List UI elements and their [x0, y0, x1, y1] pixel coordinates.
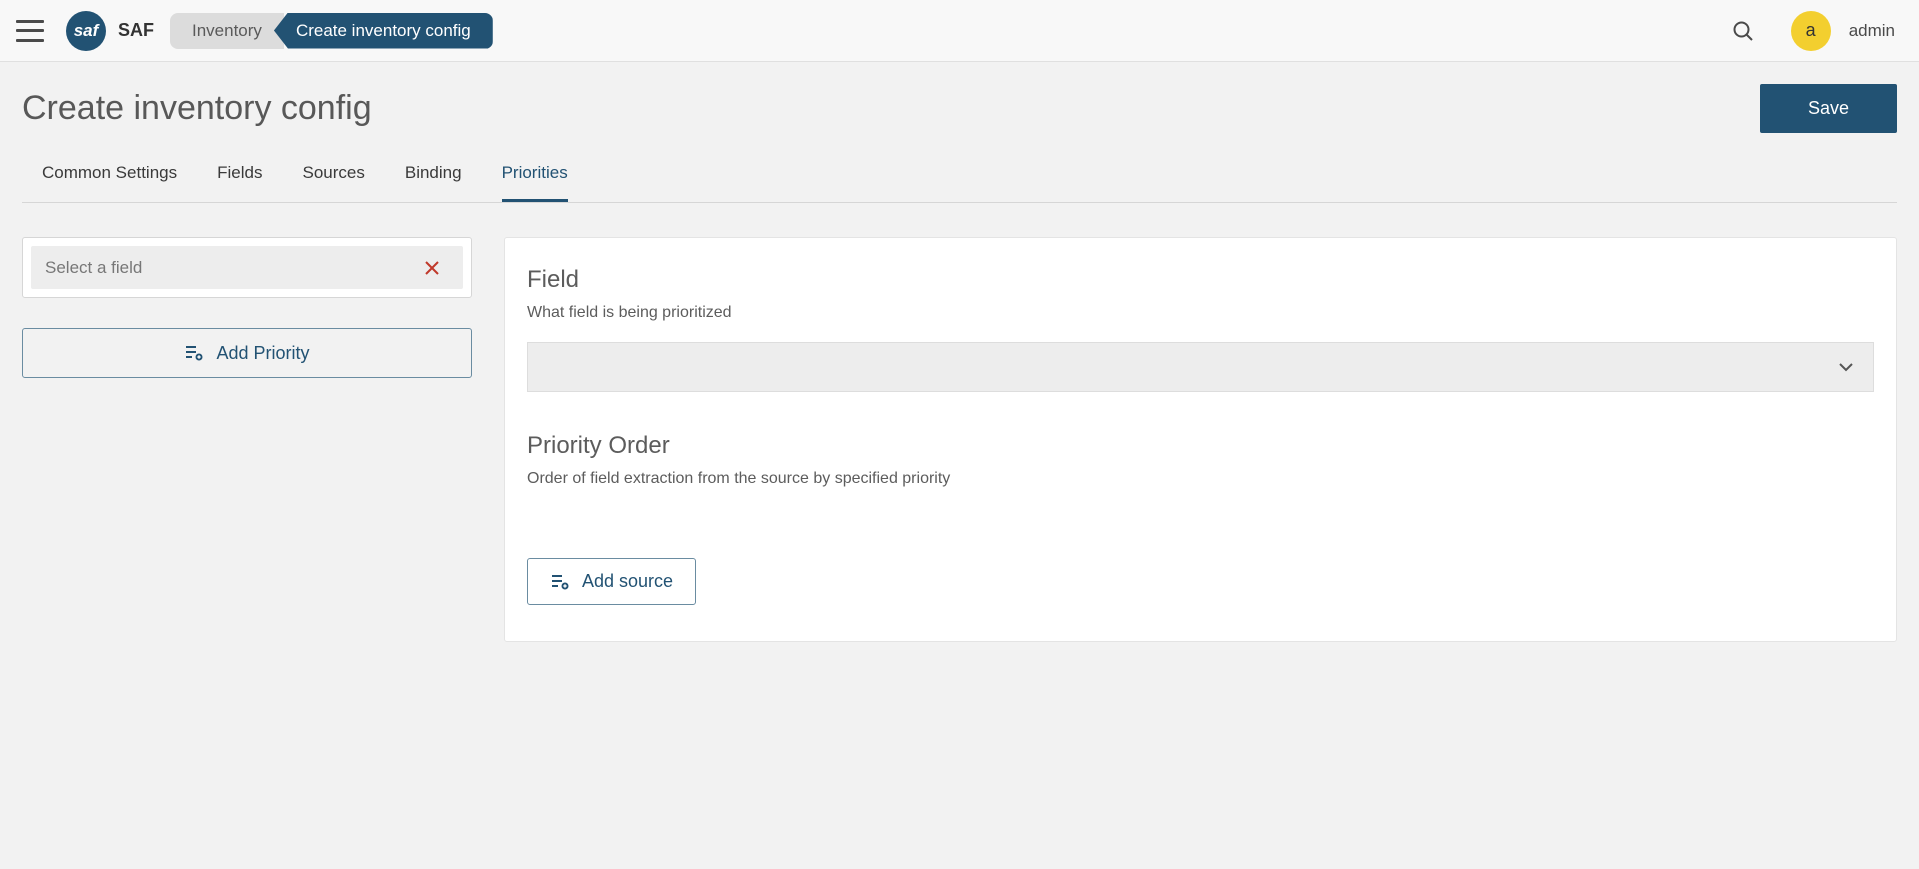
- add-list-icon: [550, 573, 570, 591]
- add-priority-label: Add Priority: [216, 343, 309, 364]
- select-field-row: Select a field: [31, 246, 463, 289]
- main-content: Create inventory config Save Common Sett…: [0, 62, 1919, 682]
- save-button[interactable]: Save: [1760, 84, 1897, 133]
- priority-detail-card: Field What field is being prioritized Pr…: [504, 237, 1897, 642]
- username-label: admin: [1849, 21, 1895, 41]
- field-heading: Field: [527, 266, 1874, 294]
- page-title: Create inventory config: [22, 89, 372, 128]
- right-column: Field What field is being prioritized Pr…: [504, 237, 1897, 642]
- breadcrumb: Inventory Create inventory config: [170, 13, 493, 49]
- tab-priorities[interactable]: Priorities: [502, 155, 568, 202]
- breadcrumb-inventory[interactable]: Inventory: [170, 13, 284, 49]
- chevron-down-icon: [1837, 358, 1855, 376]
- hamburger-menu-icon[interactable]: [16, 20, 44, 42]
- left-column: Select a field: [22, 237, 472, 378]
- field-dropdown[interactable]: [527, 342, 1874, 392]
- priority-order-description: Order of field extraction from the sourc…: [527, 470, 1874, 488]
- brand-name: SAF: [118, 20, 154, 41]
- content-row: Select a field: [22, 237, 1897, 642]
- add-priority-button[interactable]: Add Priority: [22, 328, 472, 378]
- page-header: Create inventory config Save: [22, 84, 1897, 133]
- tab-binding[interactable]: Binding: [405, 155, 462, 202]
- tab-sources[interactable]: Sources: [302, 155, 364, 202]
- priority-order-heading: Priority Order: [527, 432, 1874, 460]
- app-logo: saf: [66, 11, 106, 51]
- search-icon[interactable]: [1723, 11, 1763, 51]
- tab-common-settings[interactable]: Common Settings: [42, 155, 177, 202]
- priority-item-panel: Select a field: [22, 237, 472, 298]
- select-field-placeholder[interactable]: Select a field: [45, 258, 142, 278]
- remove-priority-button[interactable]: [415, 260, 449, 276]
- close-icon: [424, 260, 440, 276]
- add-list-icon: [184, 344, 204, 362]
- topbar: saf SAF Inventory Create inventory confi…: [0, 0, 1919, 62]
- field-description: What field is being prioritized: [527, 304, 1874, 322]
- tab-fields[interactable]: Fields: [217, 155, 262, 202]
- avatar[interactable]: a: [1791, 11, 1831, 51]
- add-source-button[interactable]: Add source: [527, 558, 696, 605]
- tabs: Common Settings Fields Sources Binding P…: [22, 155, 1897, 203]
- add-source-label: Add source: [582, 571, 673, 592]
- breadcrumb-create-config[interactable]: Create inventory config: [274, 13, 493, 49]
